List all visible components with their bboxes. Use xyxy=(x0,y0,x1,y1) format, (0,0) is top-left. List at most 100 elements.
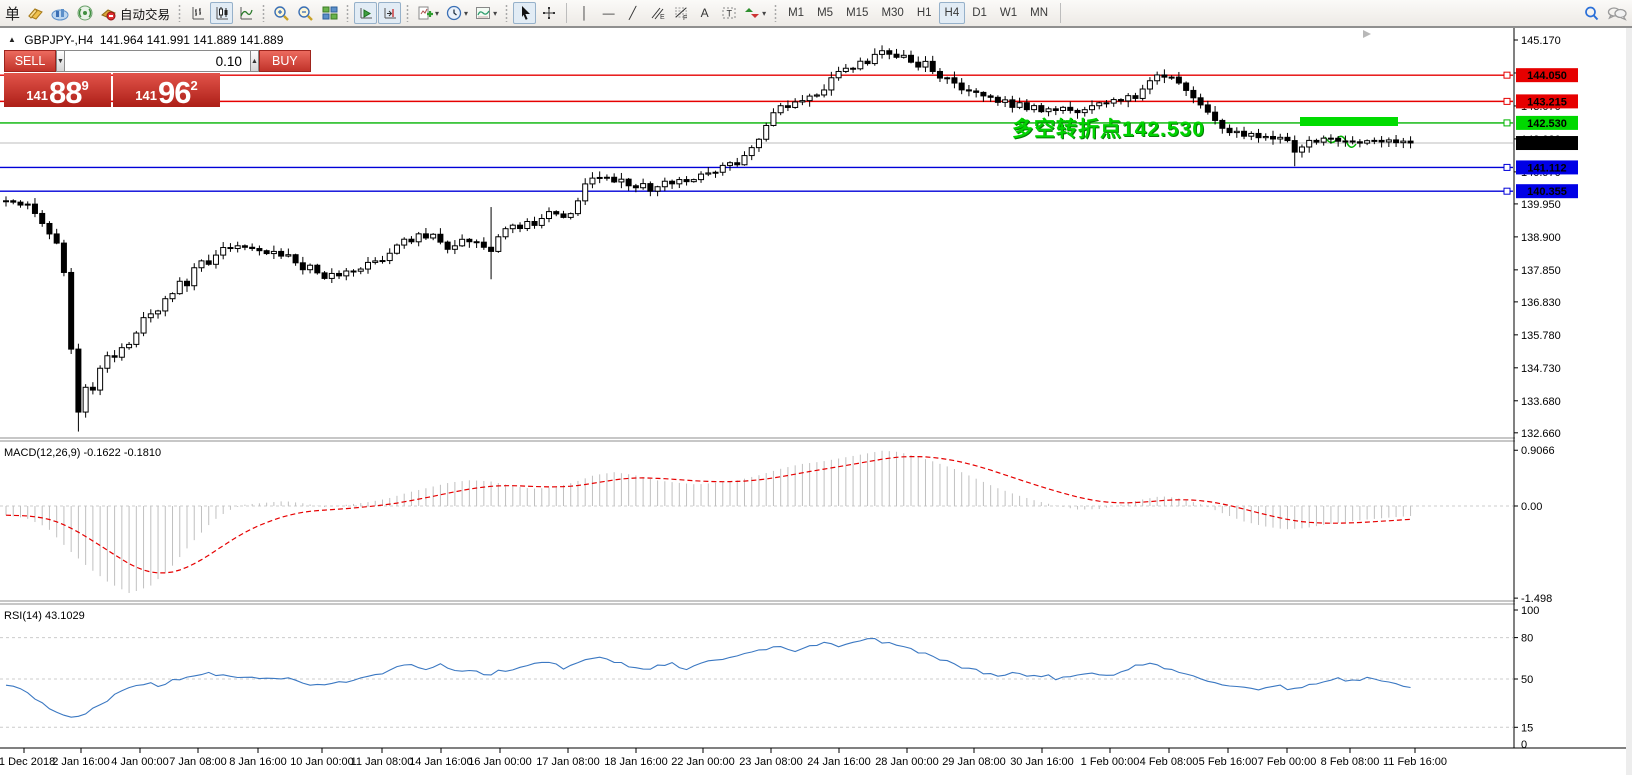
zoom-in-button[interactable] xyxy=(270,2,293,24)
timeframe-button-m15[interactable]: M15 xyxy=(840,2,874,24)
svg-text:-1.498: -1.498 xyxy=(1521,593,1552,605)
search-icon xyxy=(1583,5,1600,22)
zoom-out-button[interactable] xyxy=(294,2,317,24)
signals-button[interactable] xyxy=(73,2,96,24)
volume-input[interactable] xyxy=(65,50,250,72)
svg-text:0: 0 xyxy=(1521,739,1527,751)
autoscroll-button[interactable] xyxy=(354,2,377,24)
toolbar-grip xyxy=(178,4,181,22)
chart-shift-button[interactable] xyxy=(378,2,401,24)
svg-text:50: 50 xyxy=(1521,674,1533,686)
chat-button[interactable] xyxy=(1604,2,1630,24)
svg-text:22 Jan 00:00: 22 Jan 00:00 xyxy=(671,756,735,768)
text-label-button[interactable]: T xyxy=(717,2,740,24)
bid-prefix: 141 xyxy=(26,86,48,105)
timeframe-button-h4[interactable]: H4 xyxy=(939,2,966,24)
trendline-button[interactable]: ╱ xyxy=(621,2,644,24)
fibonacci-button[interactable]: F xyxy=(669,2,692,24)
timeframe-button-mn[interactable]: MN xyxy=(1024,2,1054,24)
timeframe-button-m30[interactable]: M30 xyxy=(875,2,909,24)
autotrading-button[interactable]: 自动交易 xyxy=(97,2,173,24)
text-button[interactable]: A xyxy=(693,2,716,24)
bid-pip-digit: 9 xyxy=(81,78,88,93)
svg-text:17 Jan 08:00: 17 Jan 08:00 xyxy=(536,756,600,768)
cursor-button[interactable] xyxy=(513,2,536,24)
templates-icon xyxy=(475,5,491,21)
svg-text:T: T xyxy=(726,9,732,19)
autotrading-label: 自动交易 xyxy=(120,4,170,23)
new-order-button[interactable] xyxy=(24,2,47,24)
toolbar-grip xyxy=(774,4,777,22)
timeframe-button-m5[interactable]: M5 xyxy=(811,2,839,24)
periods-clock-icon xyxy=(446,5,462,21)
buy-button[interactable]: BUY xyxy=(259,50,311,72)
svg-text:23 Jan 08:00: 23 Jan 08:00 xyxy=(739,756,803,768)
svg-text:10 Jan 00:00: 10 Jan 00:00 xyxy=(290,756,354,768)
bar-chart-icon xyxy=(190,5,206,21)
svg-text:8 Feb 08:00: 8 Feb 08:00 xyxy=(1321,756,1380,768)
timeframe-button-h1[interactable]: H1 xyxy=(911,2,938,24)
svg-text:4 Jan 00:00: 4 Jan 00:00 xyxy=(111,756,169,768)
cursor-icon xyxy=(518,5,532,21)
pivot-annotation-text: 多空转折点142.530 xyxy=(1012,113,1205,143)
clipped-button-label[interactable]: 单 xyxy=(2,3,23,24)
autotrading-icon xyxy=(100,6,117,21)
svg-text:140.355: 140.355 xyxy=(1527,186,1567,198)
ask-pip-digit: 2 xyxy=(190,78,197,93)
indicators-button[interactable]: ▾ xyxy=(414,2,442,24)
fibonacci-icon: F xyxy=(673,5,689,21)
symbol-period: GBPJPY-,H4 xyxy=(24,33,93,47)
svg-text:24 Jan 16:00: 24 Jan 16:00 xyxy=(807,756,871,768)
svg-text:142.530: 142.530 xyxy=(1527,118,1567,130)
svg-text:80: 80 xyxy=(1521,633,1533,645)
timeframe-button-m1[interactable]: M1 xyxy=(782,2,810,24)
rsi-label: RSI(14) 43.1029 xyxy=(4,610,85,622)
ask-prefix: 141 xyxy=(135,86,157,105)
svg-text:1 Feb 00:00: 1 Feb 00:00 xyxy=(1081,756,1140,768)
collapse-triangle-icon[interactable]: ▲ xyxy=(8,35,16,44)
candlestick-chart-button[interactable] xyxy=(210,2,233,24)
timeframe-button-w1[interactable]: W1 xyxy=(994,2,1023,24)
svg-text:138.900: 138.900 xyxy=(1521,232,1561,244)
svg-text:E: E xyxy=(660,14,665,21)
chart-title: ▲ GBPJPY-,H4 141.964 141.991 141.889 141… xyxy=(8,33,283,47)
svg-text:31 Dec 2018: 31 Dec 2018 xyxy=(0,756,55,768)
svg-text:7 Feb 00:00: 7 Feb 00:00 xyxy=(1258,756,1317,768)
search-button[interactable] xyxy=(1580,2,1603,24)
line-chart-button[interactable] xyxy=(234,2,257,24)
bid-quote[interactable]: 141 88 9 xyxy=(4,73,111,107)
svg-text:145.170: 145.170 xyxy=(1521,35,1561,47)
bar-chart-button[interactable] xyxy=(186,2,209,24)
channel-button[interactable]: E xyxy=(645,2,668,24)
svg-text:29 Jan 08:00: 29 Jan 08:00 xyxy=(942,756,1006,768)
ask-quote[interactable]: 141 96 2 xyxy=(113,73,220,107)
volume-decrease-button[interactable]: ▼ xyxy=(56,50,65,72)
mql5-community-button[interactable] xyxy=(48,2,72,24)
svg-text:28 Jan 00:00: 28 Jan 00:00 xyxy=(875,756,939,768)
chart-canvas[interactable]: 145.170144.120143.070142.020140.970139.9… xyxy=(0,0,1632,775)
one-click-trading-panel: SELL ▼ ▲ BUY 141 88 9 141 96 2 xyxy=(4,50,220,107)
svg-text:11 Jan 08:00: 11 Jan 08:00 xyxy=(351,756,414,768)
dropdown-caret: ▾ xyxy=(493,9,497,18)
arrows-button[interactable]: ▾ xyxy=(741,2,769,24)
svg-text:F: F xyxy=(683,15,687,21)
new-order-icon xyxy=(27,6,44,21)
svg-text:0.00: 0.00 xyxy=(1521,501,1542,513)
svg-text:100: 100 xyxy=(1521,605,1539,617)
ask-big-digits: 96 xyxy=(158,80,190,105)
mql5-cloud-icon xyxy=(51,6,69,21)
tile-windows-button[interactable] xyxy=(318,2,341,24)
crosshair-button[interactable] xyxy=(537,2,560,24)
sell-button[interactable]: SELL xyxy=(4,50,56,72)
toolbar-separator xyxy=(566,3,567,23)
timeframe-button-d1[interactable]: D1 xyxy=(966,2,993,24)
periods-button[interactable]: ▾ xyxy=(443,2,471,24)
vertical-line-button[interactable]: │ xyxy=(573,2,596,24)
horizontal-line-button[interactable]: — xyxy=(597,2,620,24)
svg-text:144.050: 144.050 xyxy=(1527,70,1567,82)
templates-button[interactable]: ▾ xyxy=(472,2,500,24)
volume-increase-button[interactable]: ▲ xyxy=(250,50,259,72)
svg-text:18 Jan 16:00: 18 Jan 16:00 xyxy=(604,756,668,768)
line-chart-icon xyxy=(238,5,254,21)
signals-icon xyxy=(77,5,93,21)
